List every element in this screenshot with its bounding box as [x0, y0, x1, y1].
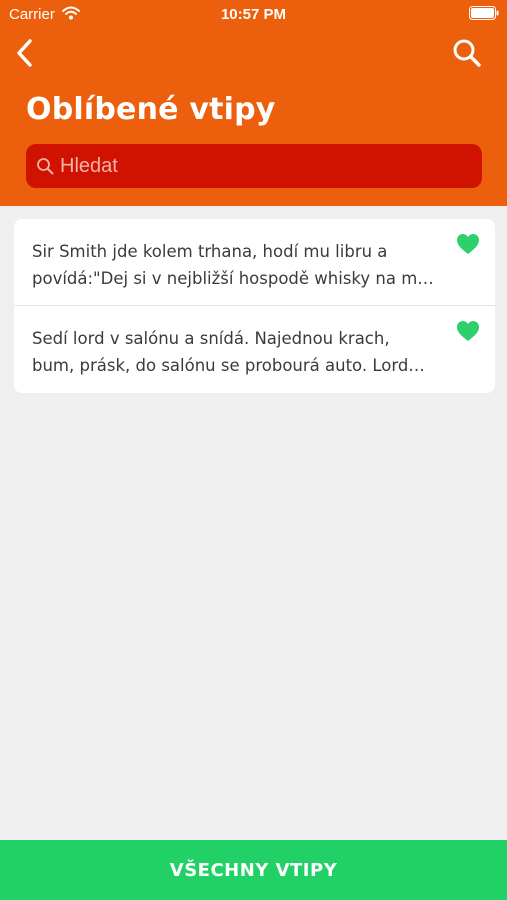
joke-preview-line: Sedí lord v salónu a snídá. Najednou kra…	[32, 329, 390, 348]
search-field[interactable]	[26, 144, 482, 188]
joke-preview: Sedí lord v salónu a snídá. Najednou kra…	[32, 325, 442, 379]
status-bar: Carrier 10:57 PM	[0, 0, 507, 28]
search-field-icon	[37, 158, 54, 175]
heart-icon[interactable]	[456, 233, 480, 255]
joke-preview-line: bum, prásk, do salónu se probourá auto. …	[32, 356, 425, 375]
all-jokes-button[interactable]: VŠECHNY VTIPY	[0, 840, 507, 900]
search-button[interactable]	[452, 38, 482, 68]
status-time: 10:57 PM	[220, 6, 287, 23]
heart-icon[interactable]	[456, 320, 480, 342]
page-title: Oblíbené vtipy	[26, 92, 276, 127]
list-item[interactable]: Sedí lord v salónu a snídá. Najednou kra…	[14, 306, 495, 393]
search-icon	[453, 39, 481, 67]
joke-preview-line: povídá:"Dej si v nejbližší hospodě whisk…	[32, 269, 434, 288]
joke-preview: Sir Smith jde kolem trhana, hodí mu libr…	[32, 238, 442, 292]
battery-full-icon	[469, 6, 499, 20]
header: Carrier 10:57 PM Oblíbené vtipy	[0, 0, 507, 206]
joke-preview-line: Sir Smith jde kolem trhana, hodí mu libr…	[32, 242, 388, 261]
search-input[interactable]	[60, 144, 470, 188]
chevron-left-icon	[17, 39, 32, 67]
list-item[interactable]: Sir Smith jde kolem trhana, hodí mu libr…	[14, 219, 495, 306]
back-button[interactable]	[12, 36, 40, 70]
favorites-list: Sir Smith jde kolem trhana, hodí mu libr…	[14, 219, 495, 393]
